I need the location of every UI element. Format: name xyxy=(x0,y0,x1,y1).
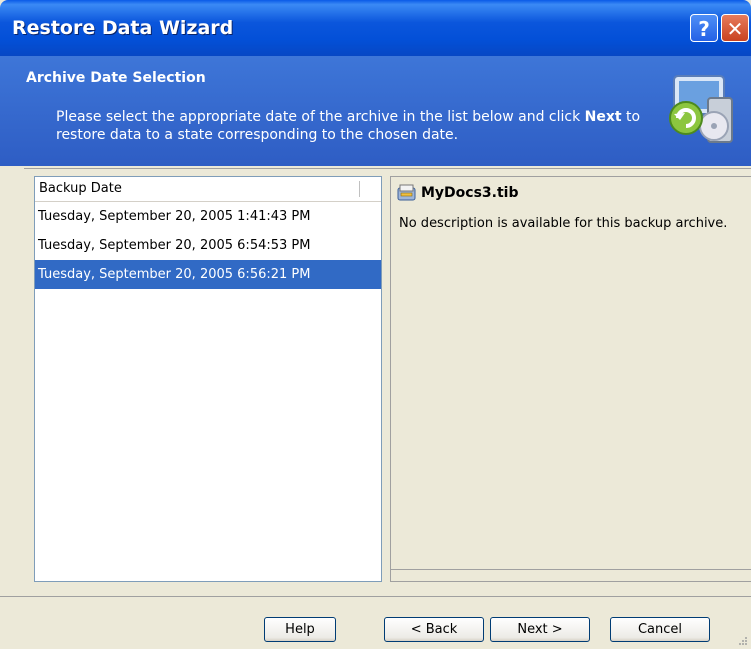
archive-file-icon xyxy=(397,184,416,201)
back-button[interactable]: < Back xyxy=(384,617,484,642)
content-area: Backup Date Tuesday, September 20, 2005 … xyxy=(24,168,751,585)
question-icon: ? xyxy=(698,17,710,41)
resize-grip-icon[interactable] xyxy=(738,636,748,646)
close-button[interactable]: ✕ xyxy=(721,14,749,42)
step-title: Archive Date Selection xyxy=(26,70,206,86)
close-icon: ✕ xyxy=(726,17,744,41)
list-item-selected[interactable]: Tuesday, September 20, 2005 6:56:21 PM xyxy=(35,260,381,289)
restore-computer-icon xyxy=(669,75,733,143)
archive-file-name: MyDocs3.tib xyxy=(421,185,519,201)
help-title-button[interactable]: ? xyxy=(690,14,718,42)
cancel-button[interactable]: Cancel xyxy=(610,617,710,642)
archive-file-row: MyDocs3.tib xyxy=(397,183,519,203)
help-button[interactable]: Help xyxy=(264,617,336,642)
archive-info-panel: MyDocs3.tib No description is available … xyxy=(390,176,751,582)
column-header-backup-date[interactable]: Backup Date xyxy=(35,177,381,202)
list-item[interactable]: Tuesday, September 20, 2005 6:54:53 PM xyxy=(35,231,381,260)
column-separator[interactable] xyxy=(359,181,360,197)
title-bar[interactable]: Restore Data Wizard ? ✕ xyxy=(0,0,751,56)
list-item[interactable]: Tuesday, September 20, 2005 1:41:43 PM xyxy=(35,202,381,231)
next-button[interactable]: Next > xyxy=(490,617,590,642)
archive-description: No description is available for this bac… xyxy=(399,216,728,231)
window-title: Restore Data Wizard xyxy=(12,17,234,39)
backup-date-list[interactable]: Backup Date Tuesday, September 20, 2005 … xyxy=(34,176,382,582)
archive-info-body: MyDocs3.tib No description is available … xyxy=(391,177,751,570)
step-description: Please select the appropriate date of th… xyxy=(56,109,641,143)
wizard-header: Archive Date Selection Please select the… xyxy=(0,56,751,166)
button-bar: Help < Back Next > Cancel xyxy=(0,596,751,649)
restore-data-wizard-window: Restore Data Wizard ? ✕ Archive Date Sel… xyxy=(0,0,751,649)
